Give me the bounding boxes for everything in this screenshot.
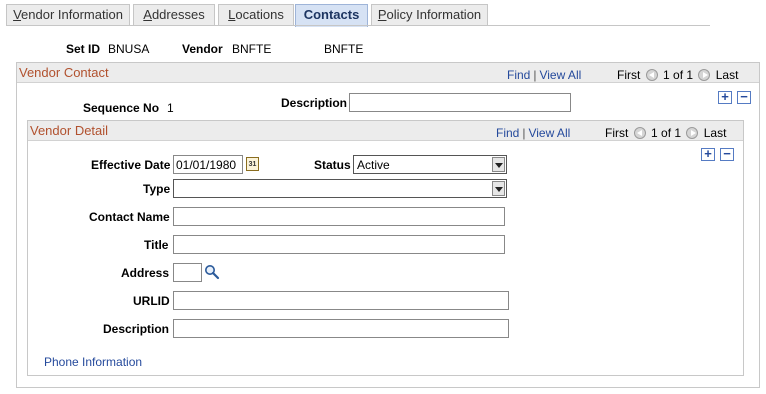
vendor-detail-title: Vendor Detail xyxy=(30,123,109,138)
vendor-label: Vendor xyxy=(182,42,223,56)
title-label: Title xyxy=(144,238,169,252)
type-select[interactable] xyxy=(173,179,507,198)
vendor-contact-header: Vendor Contact Find | View All First 1 of … xyxy=(17,63,759,83)
effective-date-input[interactable] xyxy=(173,155,243,174)
vendor-detail-header: Vendor Detail Find | View All First 1 of 1… xyxy=(28,121,743,141)
tab-locations[interactable]: Locations xyxy=(218,4,294,26)
status-select[interactable]: Active xyxy=(353,155,507,174)
phone-information-link[interactable]: Phone Information xyxy=(44,355,142,369)
vendor-contact-find-link[interactable]: Find xyxy=(507,68,530,82)
type-label: Type xyxy=(143,182,171,196)
vendor-contact-last-label: Last xyxy=(715,68,739,82)
tab-vendor-information-label: endor Information xyxy=(21,7,123,22)
calendar-icon[interactable]: 31 xyxy=(246,157,259,171)
vendor-detail-nav: Find | View All xyxy=(496,126,570,140)
vendor-contact-view-all-link[interactable]: View All xyxy=(539,68,581,82)
vendor-contact-title: Vendor Contact xyxy=(19,65,109,80)
vendor-detail-paging: First 1 of 1 Last xyxy=(605,126,726,140)
previous-row-icon[interactable] xyxy=(633,127,646,139)
chevron-down-icon xyxy=(492,181,505,196)
contact-description-label: Description xyxy=(281,96,348,110)
nav-separator: | xyxy=(533,68,537,82)
tab-addresses-hotkey: A xyxy=(143,7,152,22)
setid-label: Set ID xyxy=(66,42,101,56)
next-row-icon[interactable] xyxy=(698,69,711,81)
vendor-value: BNFTE xyxy=(232,42,272,56)
tab-vendor-information-hotkey: V xyxy=(13,7,22,22)
title-input[interactable] xyxy=(173,235,505,254)
vendor-detail-section: Vendor Detail Find | View All First 1 of 1… xyxy=(27,120,744,376)
tab-divider xyxy=(6,25,710,26)
vendor-contact-nav: Find | View All xyxy=(507,68,581,82)
vendor-detail-first-label: First xyxy=(605,126,629,140)
add-detail-button[interactable]: + xyxy=(701,147,715,161)
vendor-detail-view-all-link[interactable]: View All xyxy=(528,126,570,140)
effective-date-label: Effective Date xyxy=(91,158,171,172)
tab-contacts-label: Contacts xyxy=(303,7,360,22)
tab-addresses[interactable]: Addresses xyxy=(133,4,215,26)
tab-contacts[interactable]: Contacts xyxy=(295,4,368,27)
tab-locations-label: ocations xyxy=(235,7,284,22)
tab-policy-information-hotkey: P xyxy=(377,7,387,22)
tab-vendor-information[interactable]: Vendor Information xyxy=(6,4,130,26)
contact-description-input[interactable] xyxy=(349,93,571,112)
address-input[interactable] xyxy=(173,263,202,282)
chevron-down-icon xyxy=(492,157,505,172)
lookup-icon[interactable] xyxy=(204,264,220,280)
vendor-detail-last-label: Last xyxy=(703,126,727,140)
urlid-label: URLID xyxy=(133,294,170,308)
vendor-name-value: BNFTE xyxy=(324,42,364,56)
contact-name-label: Contact Name xyxy=(89,210,170,224)
vendor-contact-first-label: First xyxy=(617,68,641,82)
vendor-contact-paging: First 1 of 1 Last xyxy=(617,68,738,82)
status-label: Status xyxy=(314,158,351,172)
delete-detail-button[interactable]: − xyxy=(720,147,734,161)
tab-addresses-label: ddresses xyxy=(151,7,205,22)
delete-contact-button[interactable]: − xyxy=(737,90,751,104)
vendor-detail-row-count: 1 of 1 xyxy=(651,126,682,140)
vendor-contact-row-count: 1 of 1 xyxy=(663,68,694,82)
next-row-icon[interactable] xyxy=(686,127,699,139)
urlid-input[interactable] xyxy=(173,291,509,310)
previous-row-icon[interactable] xyxy=(645,69,658,81)
address-label: Address xyxy=(121,266,170,280)
contact-name-input[interactable] xyxy=(173,207,505,226)
add-contact-button[interactable]: + xyxy=(718,90,732,104)
nav-separator: | xyxy=(522,126,526,140)
detail-description-input[interactable] xyxy=(173,319,509,338)
sequence-no-value: 1 xyxy=(167,101,174,115)
setid-value: BNUSA xyxy=(108,42,150,56)
status-selected-value: Active xyxy=(357,158,390,172)
tab-policy-information-label: olicy Information xyxy=(386,7,482,22)
sequence-no-label: Sequence No xyxy=(83,101,160,115)
detail-description-label: Description xyxy=(103,322,170,336)
tab-policy-information[interactable]: Policy Information xyxy=(371,4,488,26)
vendor-contact-section: Vendor Contact Find | View All First 1 of … xyxy=(16,62,760,388)
vendor-detail-find-link[interactable]: Find xyxy=(496,126,519,140)
